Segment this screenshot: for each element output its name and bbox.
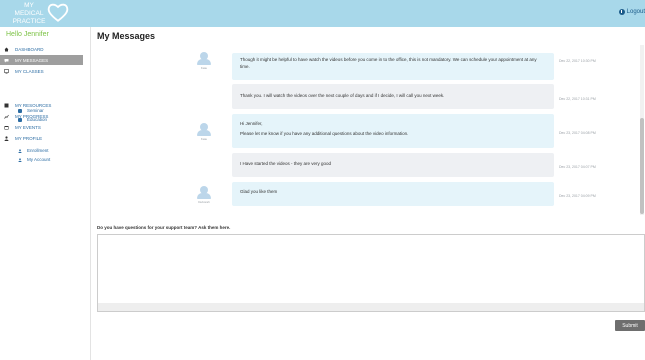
message-bubble: Glad you like them bbox=[232, 182, 554, 206]
avatar-name: Deborah bbox=[198, 200, 210, 204]
logo-text: MY MEDICAL PRACTICE bbox=[12, 2, 46, 25]
user-icon bbox=[4, 135, 9, 141]
message-input[interactable] bbox=[99, 236, 644, 303]
question-prompt: Do you have questions for your support t… bbox=[97, 225, 231, 230]
message-input-wrapper bbox=[97, 234, 645, 312]
sidebar-item-messages[interactable]: MY MESSAGES bbox=[0, 55, 83, 65]
avatar-body bbox=[197, 130, 211, 136]
page-title: My Messages bbox=[97, 31, 156, 41]
book-icon bbox=[4, 103, 9, 107]
avatar: Kate bbox=[197, 52, 211, 72]
calendar-icon bbox=[4, 125, 9, 129]
avatar: Kate bbox=[197, 123, 211, 143]
sidebar: Hello Jennifer DASHBOARD MY MESSAGES MY … bbox=[0, 27, 91, 360]
greeting: Hello Jennifer bbox=[6, 31, 49, 38]
avatar-body bbox=[197, 193, 211, 199]
sidebar-item-events[interactable]: MY EVENTS bbox=[0, 122, 83, 132]
home-icon bbox=[4, 47, 9, 51]
message-text: Glad you like them bbox=[240, 189, 278, 194]
message-greeting: Hi Jennifer, bbox=[240, 121, 263, 126]
sidebar-item-label: MY CLASSES bbox=[15, 68, 44, 74]
logo[interactable]: MY MEDICAL PRACTICE bbox=[10, 2, 70, 25]
sidebar-item-label: MY EVENTS bbox=[15, 124, 41, 130]
monitor-icon bbox=[4, 68, 9, 73]
sidebar-subitem-label: Enrollment bbox=[27, 148, 49, 153]
power-icon bbox=[618, 9, 625, 15]
message-text: I Have started the videos - they are ver… bbox=[240, 161, 332, 166]
person-icon bbox=[18, 157, 22, 162]
sidebar-item-resources[interactable]: MY RESOURCES bbox=[0, 100, 83, 110]
app-header: MY MEDICAL PRACTICE Logout bbox=[0, 0, 645, 27]
submit-button[interactable]: Submit bbox=[615, 320, 645, 331]
sidebar-subitem-enrollment[interactable]: Enrollment bbox=[18, 146, 49, 155]
sidebar-item-label: MY MESSAGES bbox=[15, 57, 49, 63]
sidebar-item-progress[interactable]: MY PROGRESS bbox=[0, 111, 83, 121]
sidebar-subitem-label: My Account bbox=[27, 157, 51, 162]
sidebar-item-label: DASHBOARD bbox=[15, 46, 44, 52]
message-text: Please let me know if you have any addit… bbox=[240, 130, 409, 136]
avatar: Deborah bbox=[197, 186, 211, 206]
avatar-name: Kate bbox=[200, 66, 208, 70]
logout-label: Logout bbox=[626, 9, 645, 15]
sidebar-item-dashboard[interactable]: DASHBOARD bbox=[0, 44, 83, 54]
sidebar-item-label: MY RESOURCES bbox=[15, 102, 52, 108]
message-thread[interactable]: Kate Though it might be helpful to have … bbox=[97, 45, 645, 215]
message-text: Thank you. I will watch the videos over … bbox=[240, 93, 445, 98]
heart-icon bbox=[47, 3, 69, 22]
scrollbar-thumb[interactable] bbox=[640, 118, 644, 214]
sidebar-item-label: MY PROFILE bbox=[15, 135, 43, 141]
message-bubble: I Have started the videos - they are ver… bbox=[232, 153, 554, 177]
message-time: Dec 23, 2017 04:09 PM bbox=[559, 194, 596, 198]
sidebar-item-profile[interactable]: MY PROFILE bbox=[0, 133, 83, 143]
message-time: Dec 22, 2017 10:31 PM bbox=[559, 97, 596, 101]
message-time: Dec 22, 2017 10:30 PM bbox=[559, 59, 596, 63]
chart-icon bbox=[4, 114, 9, 119]
sidebar-item-label: MY PROGRESS bbox=[15, 113, 49, 119]
message-bubble: Hi Jennifer, Please let me know if you h… bbox=[232, 114, 554, 148]
message-text: Though it might be helpful to have watch… bbox=[240, 57, 537, 69]
sidebar-subitem-my-account[interactable]: My Account bbox=[18, 155, 50, 164]
message-bubble: Though it might be helpful to have watch… bbox=[232, 53, 554, 80]
chat-icon bbox=[4, 58, 9, 62]
message-bubble: Thank you. I will watch the videos over … bbox=[232, 84, 554, 109]
person-icon bbox=[18, 148, 22, 153]
textarea-footer bbox=[98, 303, 644, 311]
avatar-name: Kate bbox=[200, 137, 208, 141]
avatar-body bbox=[197, 59, 211, 65]
message-time: Dec 23, 2017 04:07 PM bbox=[559, 165, 596, 169]
logout-button[interactable]: Logout bbox=[618, 9, 645, 15]
sidebar-item-classes[interactable]: MY CLASSES bbox=[0, 66, 83, 76]
message-time: Dec 23, 2017 04:08 PM bbox=[559, 131, 596, 135]
